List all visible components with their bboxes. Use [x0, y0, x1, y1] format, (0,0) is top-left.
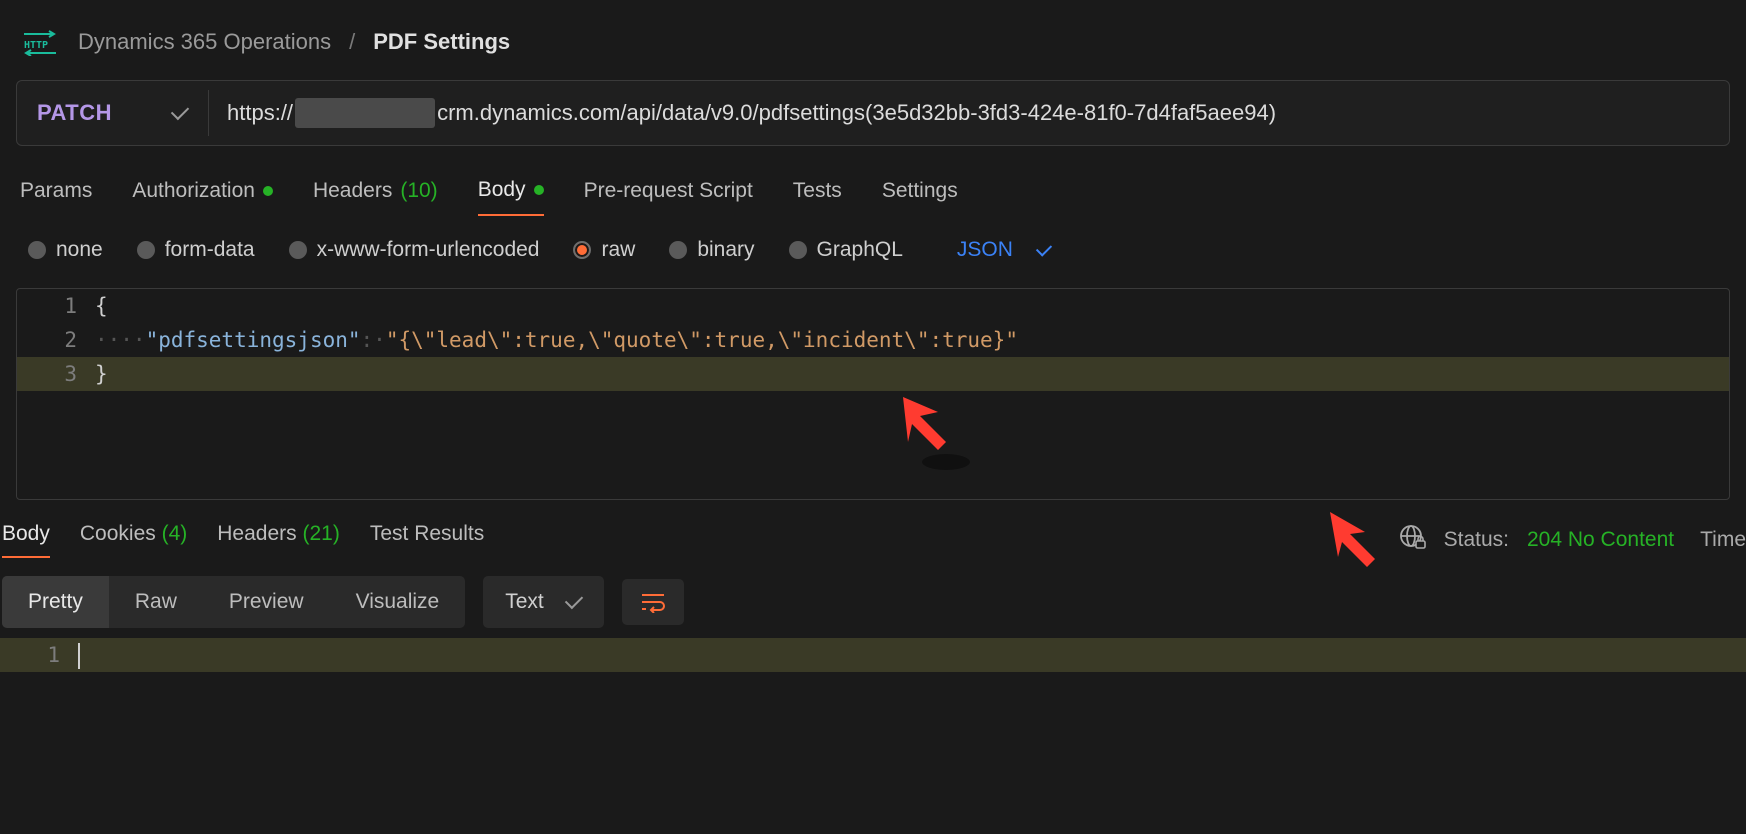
view-preview-button[interactable]: Preview: [203, 576, 330, 628]
breadcrumb-current: PDF Settings: [373, 29, 510, 55]
code-line: 1: [0, 638, 1746, 672]
text-cursor: [78, 643, 80, 669]
request-tabs: Params Authorization Headers (10) Body P…: [0, 160, 1746, 216]
radio-none-label: none: [56, 238, 103, 262]
resp-tab-headers-label: Headers: [217, 522, 296, 545]
breadcrumb: HTTP Dynamics 365 Operations / PDF Setti…: [0, 0, 1746, 80]
tab-params[interactable]: Params: [20, 178, 92, 216]
radio-icon: [669, 241, 687, 259]
resp-tab-headers[interactable]: Headers (21): [217, 522, 340, 558]
radio-icon: [289, 241, 307, 259]
resp-tab-headers-count: (21): [303, 522, 340, 545]
tab-authorization[interactable]: Authorization: [132, 178, 273, 216]
code-token: "{\"lead\":true,\"quote\":true,\"inciden…: [386, 328, 1018, 352]
chevron-down-icon: [1036, 240, 1052, 256]
time-label: Time: [1700, 528, 1746, 552]
tab-headers-label: Headers: [313, 179, 392, 203]
chevron-down-icon: [565, 591, 583, 609]
resp-tab-test-results[interactable]: Test Results: [370, 522, 484, 558]
method-label: PATCH: [37, 100, 112, 126]
resp-tab-cookies-count: (4): [162, 522, 188, 545]
line-number: 2: [17, 323, 95, 357]
response-tabs: Body Cookies (4) Headers (21) Test Resul…: [0, 500, 1746, 558]
response-body-editor[interactable]: 1: [0, 638, 1746, 672]
body-type-row: none form-data x-www-form-urlencoded raw…: [0, 216, 1746, 274]
url-redacted: [295, 98, 435, 128]
svg-text:HTTP: HTTP: [24, 40, 48, 51]
url-suffix: crm.dynamics.com/api/data/v9.0/pdfsettin…: [437, 100, 1276, 126]
radio-graphql[interactable]: GraphQL: [789, 238, 903, 262]
code-token: {: [95, 294, 108, 318]
radio-icon: [137, 241, 155, 259]
radio-form-data[interactable]: form-data: [137, 238, 255, 262]
globe-lock-icon[interactable]: [1398, 523, 1426, 557]
tab-settings[interactable]: Settings: [882, 178, 958, 216]
radio-binary-label: binary: [697, 238, 754, 262]
request-url-bar: PATCH https:// crm.dynamics.com/api/data/…: [16, 80, 1730, 146]
view-mode-segment: Pretty Raw Preview Visualize: [2, 576, 465, 628]
code-line: 3 }: [17, 357, 1729, 391]
wrap-lines-button[interactable]: [622, 579, 684, 625]
breadcrumb-separator: /: [349, 29, 355, 55]
tab-headers-count: (10): [400, 179, 437, 203]
code-token: ····: [95, 328, 146, 352]
tab-authorization-label: Authorization: [132, 179, 255, 203]
request-body-editor[interactable]: 1 { 2 ····"pdfsettingsjson":·"{\"lead\":…: [16, 288, 1730, 500]
resp-tab-body[interactable]: Body: [2, 522, 50, 558]
view-pretty-button[interactable]: Pretty: [2, 576, 109, 628]
response-view-mode-row: Pretty Raw Preview Visualize Text: [0, 558, 1746, 638]
radio-icon: [573, 241, 591, 259]
view-visualize-button[interactable]: Visualize: [330, 576, 466, 628]
line-number: 1: [0, 638, 78, 672]
radio-raw-label: raw: [601, 238, 635, 262]
code-line: 1 {: [17, 289, 1729, 323]
breadcrumb-parent[interactable]: Dynamics 365 Operations: [78, 29, 331, 55]
status-label: Status:: [1444, 528, 1509, 552]
view-raw-button[interactable]: Raw: [109, 576, 203, 628]
status-value: 204 No Content: [1527, 528, 1674, 552]
radio-binary[interactable]: binary: [669, 238, 754, 262]
chevron-down-icon: [171, 102, 189, 120]
wrap-icon: [640, 591, 666, 613]
url-input[interactable]: https:// crm.dynamics.com/api/data/v9.0/p…: [209, 81, 1729, 145]
radio-none[interactable]: none: [28, 238, 103, 262]
response-format-label: Text: [505, 590, 544, 614]
resp-tab-cookies[interactable]: Cookies (4): [80, 522, 187, 558]
tab-body-label: Body: [478, 178, 526, 202]
tab-body[interactable]: Body: [478, 178, 544, 216]
body-format-label: JSON: [957, 238, 1013, 262]
radio-graphql-label: GraphQL: [817, 238, 903, 262]
line-number: 3: [17, 357, 95, 391]
tab-prerequest[interactable]: Pre-request Script: [584, 178, 753, 216]
method-select[interactable]: PATCH: [17, 81, 208, 145]
dot-indicator-icon: [263, 186, 273, 196]
resp-tab-cookies-label: Cookies: [80, 522, 156, 545]
response-format-select[interactable]: Text: [483, 576, 604, 628]
radio-urlencoded[interactable]: x-www-form-urlencoded: [289, 238, 540, 262]
radio-raw[interactable]: raw: [573, 238, 635, 262]
radio-icon: [789, 241, 807, 259]
dot-indicator-icon: [534, 185, 544, 195]
code-token: :·: [361, 328, 386, 352]
radio-form-data-label: form-data: [165, 238, 255, 262]
code-line: 2 ····"pdfsettingsjson":·"{\"lead\":true…: [17, 323, 1729, 357]
code-token: }: [95, 362, 108, 386]
tab-headers[interactable]: Headers (10): [313, 178, 438, 216]
tab-tests[interactable]: Tests: [793, 178, 842, 216]
body-format-select[interactable]: JSON: [957, 238, 1051, 262]
http-icon: HTTP: [20, 28, 60, 56]
line-number: 1: [17, 289, 95, 323]
url-prefix: https://: [227, 100, 293, 126]
radio-icon: [28, 241, 46, 259]
radio-urlencoded-label: x-www-form-urlencoded: [317, 238, 540, 262]
code-token: "pdfsettingsjson": [146, 328, 361, 352]
